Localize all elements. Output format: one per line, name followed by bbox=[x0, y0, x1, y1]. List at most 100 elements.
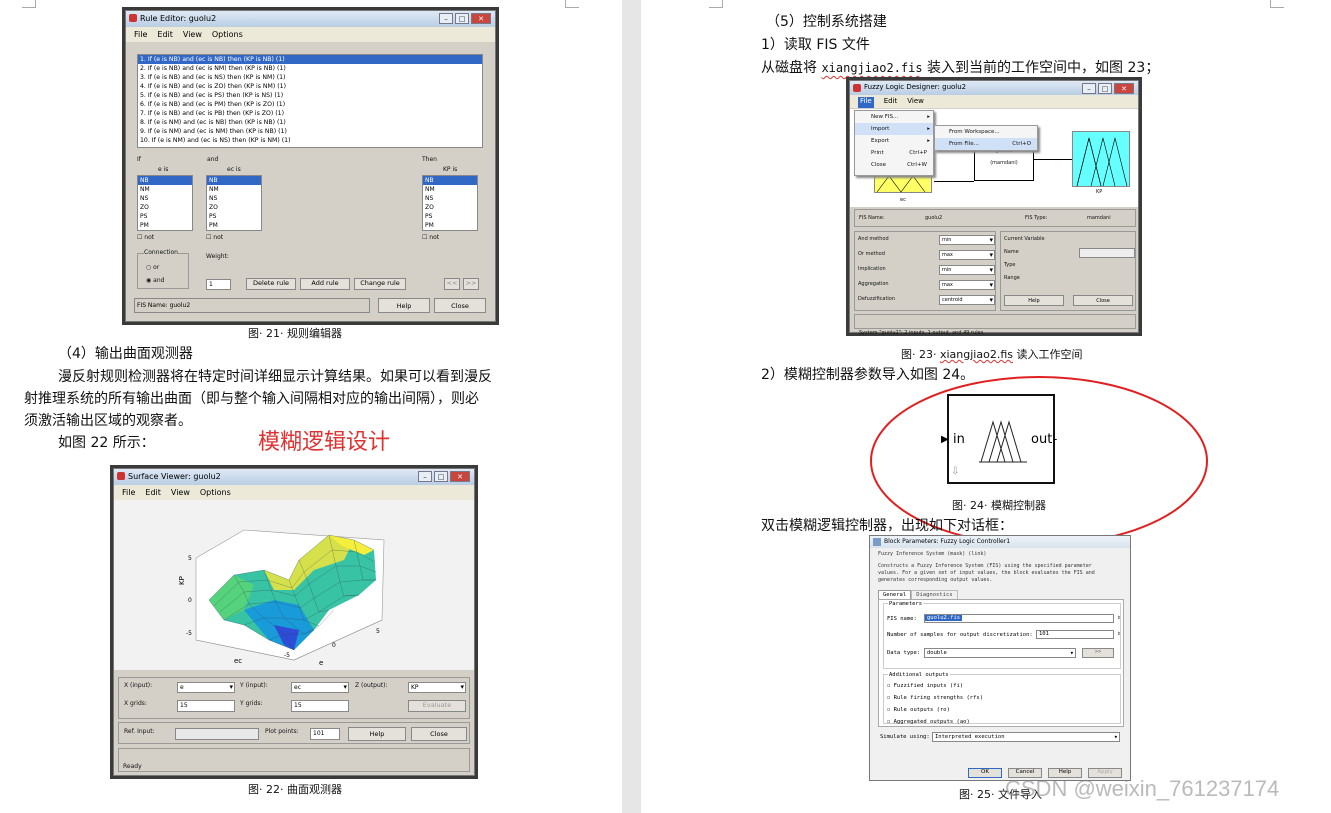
simulate-select[interactable]: Interpreted execution bbox=[932, 732, 1120, 742]
menu-item-export[interactable]: Export ▸ bbox=[855, 135, 933, 147]
ec-mf-list[interactable]: NB NM NS ZO PS PM bbox=[206, 175, 262, 231]
checkbox-fuzzified-inputs[interactable]: ☐ Fuzzified inputs (fi) bbox=[887, 683, 963, 689]
data-type-select[interactable]: double bbox=[924, 648, 1076, 658]
y-input-select[interactable]: ec bbox=[291, 682, 349, 693]
x-input-select[interactable]: e bbox=[177, 682, 235, 693]
rule-item[interactable]: 8. If (e is NM) and (ec is NB) then (KP … bbox=[138, 118, 482, 127]
change-rule-button[interactable]: Change rule bbox=[354, 278, 406, 290]
menu-item-new-fis[interactable]: New FIS... ▸ bbox=[855, 111, 933, 123]
kp-mf-list[interactable]: NB NM NS ZO PS PM bbox=[422, 175, 478, 231]
checkbox-rule-firing-strengths[interactable]: ☐ Rule firing strengths (rfs) bbox=[887, 695, 983, 701]
not-checkbox-ec[interactable]: ☐ not bbox=[206, 234, 223, 241]
data-type-assistant-button[interactable]: >> bbox=[1082, 648, 1114, 658]
mf-item[interactable]: PS bbox=[207, 212, 261, 221]
rule-item[interactable]: 10. If (e is NM) and (ec is NS) then (KP… bbox=[138, 136, 482, 145]
close-button[interactable]: Close bbox=[434, 298, 486, 313]
mf-item[interactable]: NS bbox=[423, 194, 477, 203]
method-select[interactable]: centroid bbox=[939, 295, 995, 305]
x-grids-input[interactable]: 15 bbox=[177, 700, 235, 712]
tab-general[interactable]: General bbox=[878, 590, 912, 599]
samples-input[interactable]: 101 bbox=[1036, 630, 1114, 639]
menu-view[interactable]: View bbox=[183, 30, 202, 42]
maximize-button[interactable]: □ bbox=[1098, 83, 1112, 94]
mf-item[interactable]: NB bbox=[138, 176, 192, 185]
rule-item[interactable]: 5. If (e is NB) and (ec is PS) then (KP … bbox=[138, 91, 482, 100]
spinner-icon[interactable]: ⇕ bbox=[1117, 630, 1121, 637]
menu-item-from-workspace[interactable]: From Workspace... bbox=[935, 126, 1037, 138]
tab-diagnostics[interactable]: Diagnostics bbox=[911, 590, 958, 599]
plot-points-input[interactable]: 101 bbox=[310, 728, 340, 740]
mf-item[interactable]: NS bbox=[138, 194, 192, 203]
menu-item-from-file[interactable]: From File... Ctrl+O bbox=[935, 138, 1037, 150]
next-button[interactable]: >> bbox=[463, 278, 479, 290]
menu-file[interactable]: File bbox=[122, 488, 135, 500]
mf-item[interactable]: ZO bbox=[423, 203, 477, 212]
minimize-button[interactable]: – bbox=[418, 471, 432, 482]
maximize-button[interactable]: □ bbox=[434, 471, 448, 482]
not-checkbox-e[interactable]: ☐ not bbox=[137, 234, 154, 241]
menu-view[interactable]: View bbox=[907, 97, 924, 108]
evaluate-button[interactable]: Evaluate bbox=[408, 700, 466, 712]
menu-options[interactable]: Options bbox=[212, 30, 243, 42]
checkbox-aggregated-outputs[interactable]: ☐ Aggregated outputs (ao) bbox=[887, 719, 970, 725]
help-button[interactable]: Help bbox=[378, 298, 430, 313]
menu-edit[interactable]: Edit bbox=[157, 30, 173, 42]
checkbox-rule-outputs[interactable]: ☐ Rule outputs (ro) bbox=[887, 707, 950, 713]
close-window-button[interactable]: ✕ bbox=[450, 471, 470, 482]
minimize-button[interactable]: – bbox=[1082, 83, 1096, 94]
rule-item[interactable]: 9. If (e is NM) and (ec is NM) then (KP … bbox=[138, 127, 482, 136]
or-radio[interactable]: ○ or bbox=[146, 264, 159, 271]
fis-name-input[interactable]: guolu2.fis bbox=[924, 614, 1114, 623]
close-window-button[interactable]: ✕ bbox=[1114, 83, 1134, 94]
mf-item[interactable]: NM bbox=[423, 185, 477, 194]
method-select[interactable]: max bbox=[939, 250, 995, 260]
menu-file[interactable]: File bbox=[858, 97, 874, 108]
rules-list[interactable]: 1. If (e is NB) and (ec is NB) then (KP … bbox=[137, 54, 483, 148]
mf-item[interactable]: NM bbox=[207, 185, 261, 194]
menu-item-print[interactable]: Print Ctrl+P bbox=[855, 147, 933, 159]
cv-name-field[interactable] bbox=[1079, 248, 1135, 258]
mf-item[interactable]: PM bbox=[423, 221, 477, 230]
rule-item[interactable]: 2. If (e is NB) and (ec is NM) then (KP … bbox=[138, 64, 482, 73]
method-select[interactable]: min bbox=[939, 235, 995, 245]
spinner-icon[interactable]: ⇕ bbox=[1117, 614, 1121, 621]
maximize-button[interactable]: □ bbox=[455, 13, 469, 24]
e-mf-list[interactable]: NB NM NS ZO PS PM bbox=[137, 175, 193, 231]
mf-item[interactable]: NM bbox=[138, 185, 192, 194]
rule-item[interactable]: 4. If (e is NB) and (ec is ZO) then (KP … bbox=[138, 82, 482, 91]
method-select[interactable]: max bbox=[939, 280, 995, 290]
menu-options[interactable]: Options bbox=[200, 488, 231, 500]
mf-item[interactable]: ZO bbox=[207, 203, 261, 212]
ok-button[interactable]: OK bbox=[968, 768, 1002, 778]
ref-input-field[interactable] bbox=[175, 728, 259, 740]
mf-item[interactable]: NB bbox=[423, 176, 477, 185]
close-button[interactable]: Close bbox=[411, 727, 467, 741]
output-block[interactable] bbox=[1072, 131, 1130, 187]
method-select[interactable]: min bbox=[939, 265, 995, 275]
rule-item[interactable]: 7. If (e is NB) and (ec is PB) then (KP … bbox=[138, 109, 482, 118]
mf-item[interactable]: NS bbox=[207, 194, 261, 203]
help-button[interactable]: Help bbox=[1004, 295, 1064, 306]
and-radio[interactable]: ◉ and bbox=[146, 277, 164, 284]
close-button[interactable]: Close bbox=[1073, 295, 1133, 306]
not-checkbox-kp[interactable]: ☐ not bbox=[422, 234, 439, 241]
close-window-button[interactable]: ✕ bbox=[471, 13, 491, 24]
mf-item[interactable]: PM bbox=[207, 221, 261, 230]
mf-item[interactable]: PM bbox=[138, 221, 192, 230]
minimize-button[interactable]: – bbox=[439, 13, 453, 24]
help-button[interactable]: Help bbox=[348, 727, 406, 741]
mf-item[interactable]: NB bbox=[207, 176, 261, 185]
prev-button[interactable]: << bbox=[444, 278, 460, 290]
z-output-select[interactable]: KP bbox=[408, 682, 466, 693]
rule-item[interactable]: 3. If (e is NB) and (ec is NS) then (KP … bbox=[138, 73, 482, 82]
menu-edit[interactable]: Edit bbox=[884, 97, 898, 108]
menu-item-close[interactable]: Close Ctrl+W bbox=[855, 159, 933, 171]
menu-file[interactable]: File bbox=[134, 30, 147, 42]
rule-item[interactable]: 1. If (e is NB) and (ec is NB) then (KP … bbox=[138, 55, 482, 64]
menu-view[interactable]: View bbox=[171, 488, 190, 500]
add-rule-button[interactable]: Add rule bbox=[300, 278, 350, 290]
mf-item[interactable]: PS bbox=[423, 212, 477, 221]
menu-edit[interactable]: Edit bbox=[145, 488, 161, 500]
mf-item[interactable]: PS bbox=[138, 212, 192, 221]
mf-item[interactable]: ZO bbox=[138, 203, 192, 212]
